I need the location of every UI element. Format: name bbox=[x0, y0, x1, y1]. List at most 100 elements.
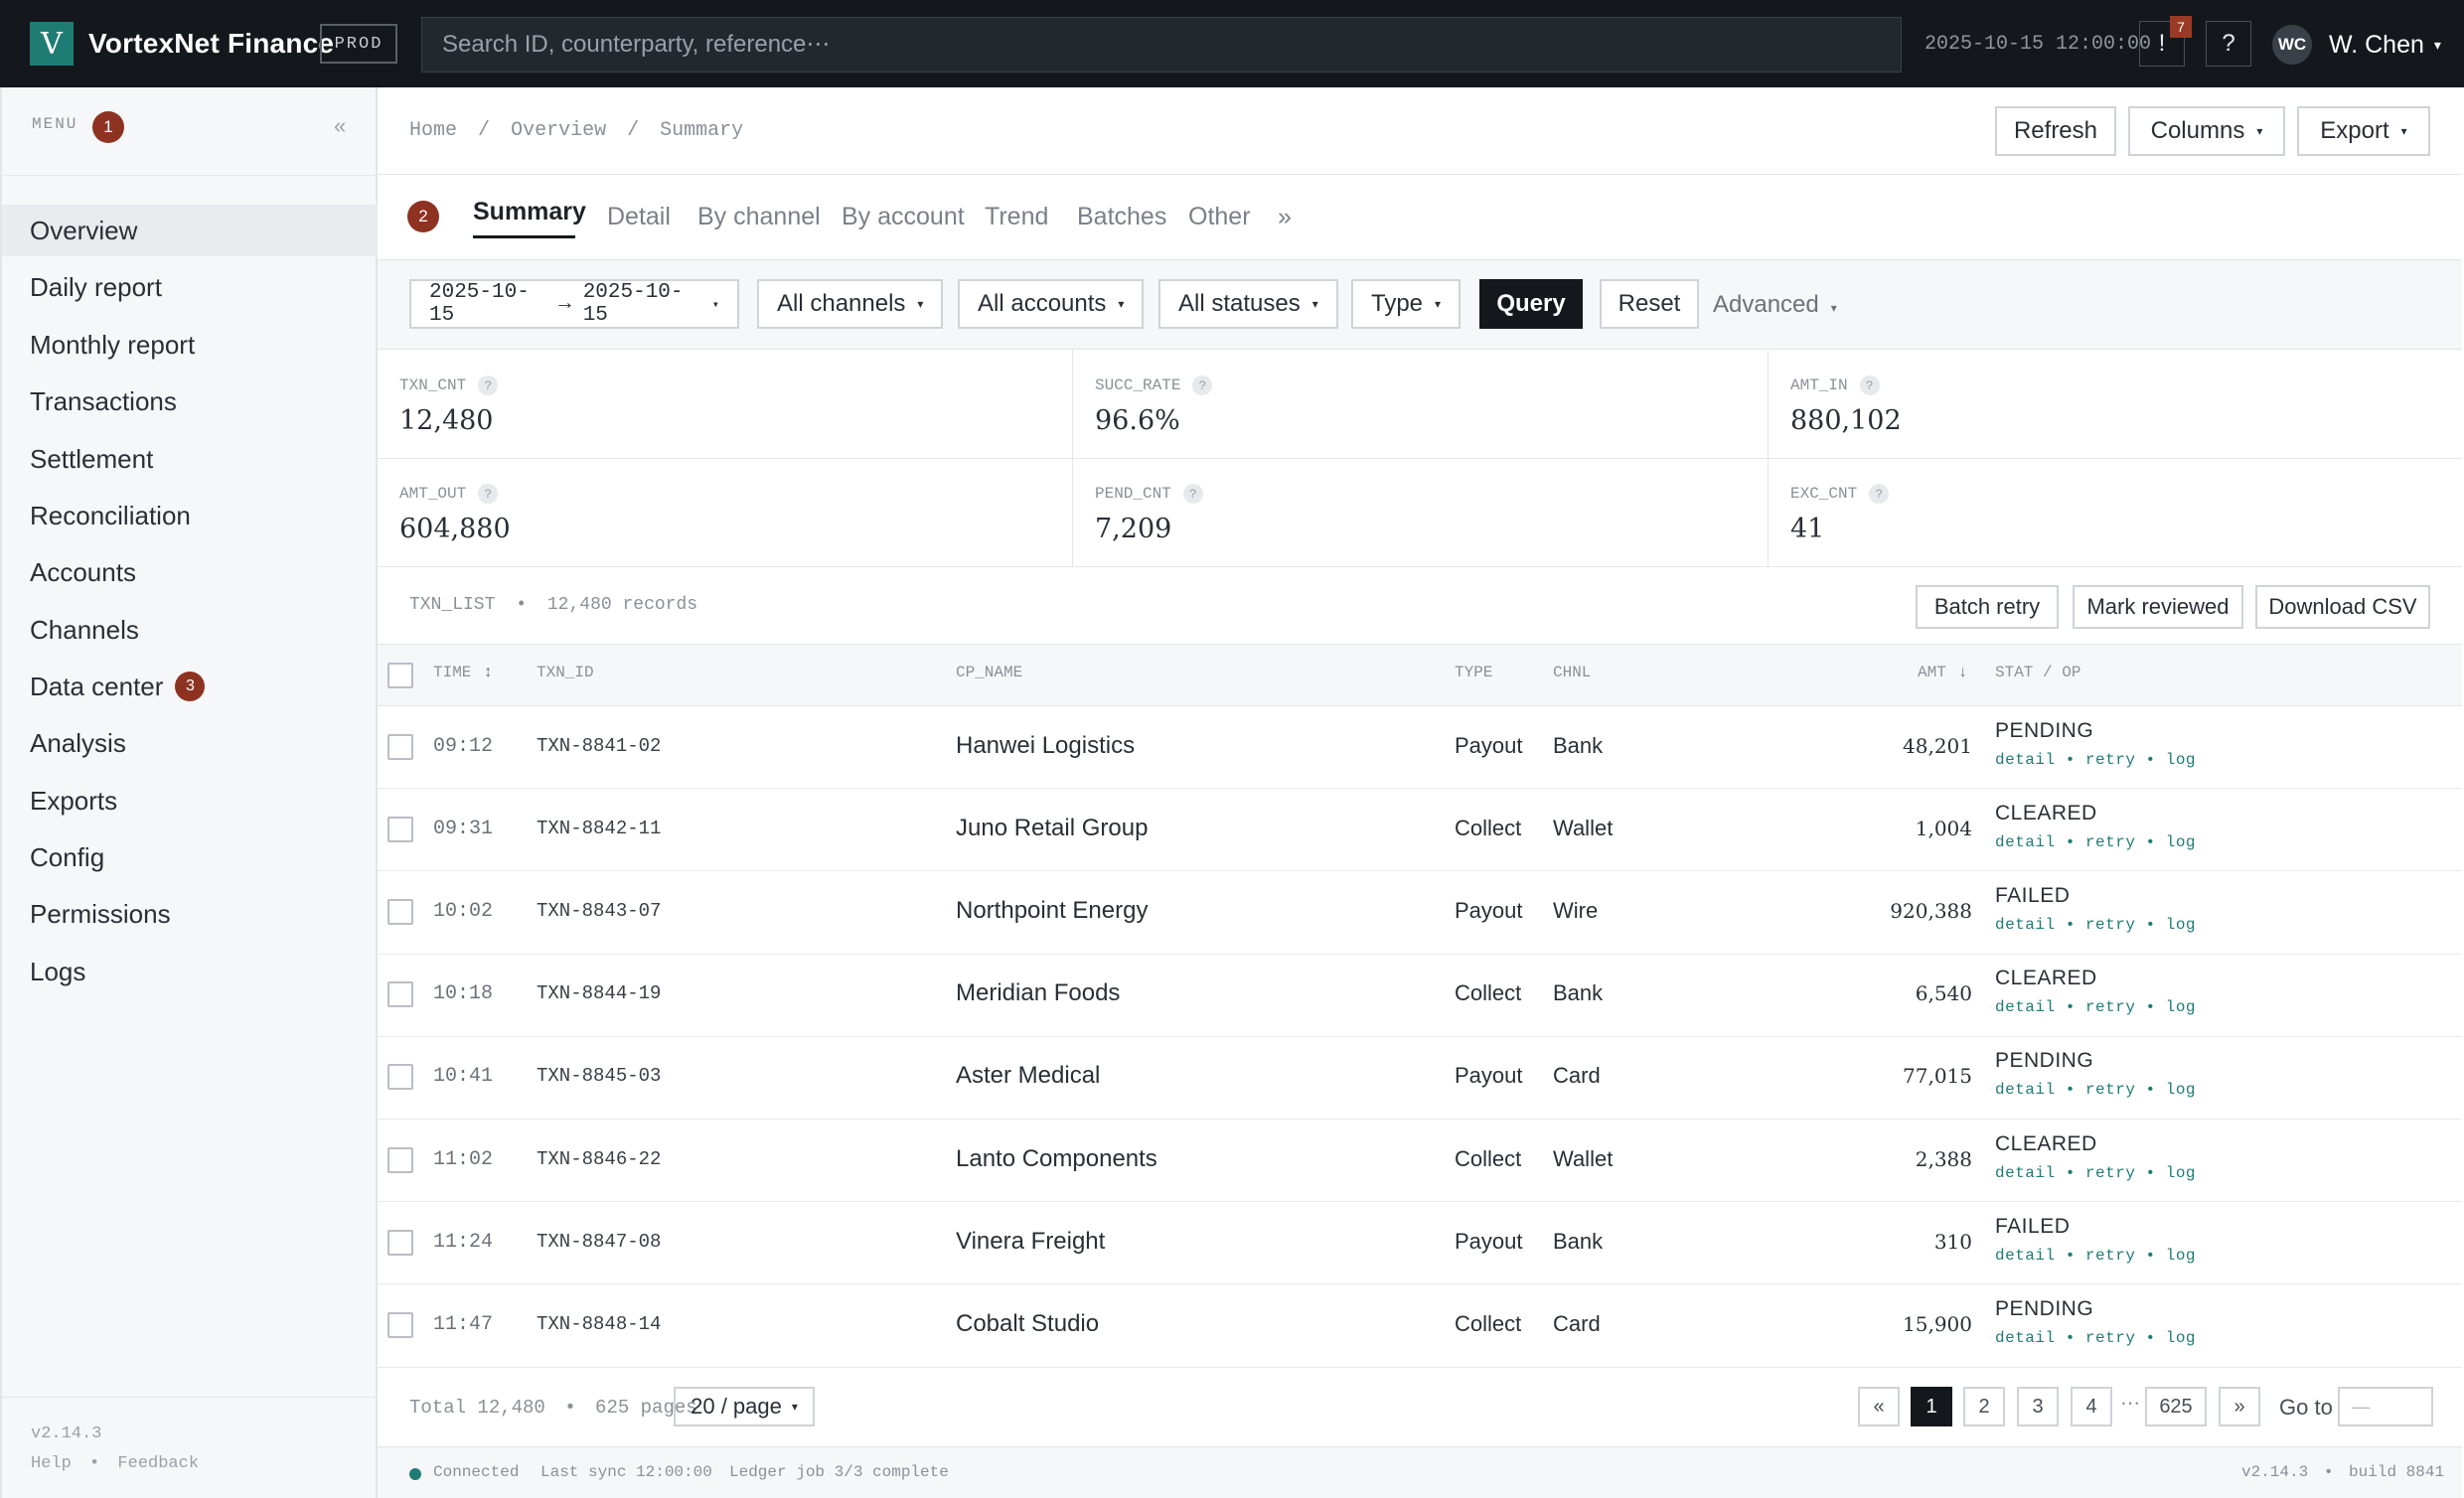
row-checkbox[interactable] bbox=[387, 1064, 413, 1091]
row-amount: 48,201 bbox=[1903, 733, 1972, 758]
last-page-button[interactable]: 625 bbox=[2145, 1387, 2207, 1426]
help-icon[interactable]: ? bbox=[1182, 484, 1203, 504]
goto-page-input[interactable]: — bbox=[2338, 1387, 2433, 1426]
tabs-more-icon[interactable]: » bbox=[1278, 203, 1292, 231]
mark-reviewed-button[interactable]: Mark reviewed bbox=[2073, 585, 2243, 629]
channels-select[interactable]: All channels ▾ bbox=[757, 279, 944, 329]
row-txn-id[interactable]: TXN-8846-22 bbox=[537, 1148, 661, 1170]
tab-trend[interactable]: Trend bbox=[985, 203, 1048, 231]
sidebar-item-overview[interactable]: Overview bbox=[2, 205, 378, 256]
select-all-checkbox[interactable] bbox=[387, 663, 413, 688]
prev-page-button[interactable]: « bbox=[1858, 1387, 1900, 1426]
help-icon[interactable]: ? bbox=[1859, 375, 1880, 395]
row-txn-id[interactable]: TXN-8844-19 bbox=[537, 982, 661, 1004]
row-actions[interactable]: detail • retry • log bbox=[1995, 1081, 2196, 1099]
sidebar-item-permissions[interactable]: Permissions bbox=[2, 888, 378, 940]
col-amt[interactable]: AMT ↓ bbox=[1918, 664, 1967, 681]
sidebar-item-monthly-report[interactable]: Monthly report bbox=[2, 319, 378, 371]
type-value: Type bbox=[1371, 290, 1424, 317]
row-checkbox[interactable] bbox=[387, 816, 413, 842]
tab-batches[interactable]: Batches bbox=[1077, 203, 1166, 231]
row-amount: 15,900 bbox=[1903, 1312, 1972, 1336]
stat-value: 12,480 bbox=[399, 405, 494, 436]
tab-other[interactable]: Other bbox=[1188, 203, 1251, 231]
next-page-button[interactable]: » bbox=[2219, 1387, 2260, 1426]
statuses-select[interactable]: All statuses ▾ bbox=[1158, 279, 1338, 329]
sidebar-item-config[interactable]: Config bbox=[2, 831, 378, 883]
search-input[interactable] bbox=[442, 31, 1901, 59]
row-checkbox[interactable] bbox=[387, 1312, 413, 1338]
collapse-sidebar-icon[interactable]: « bbox=[334, 113, 346, 139]
advanced-filters-toggle[interactable]: Advanced ▾ bbox=[1713, 291, 1837, 319]
sidebar-item-analysis[interactable]: Analysis bbox=[2, 717, 378, 769]
tab-summary[interactable]: Summary bbox=[473, 198, 586, 226]
download-csv-button[interactable]: Download CSV bbox=[2255, 585, 2430, 629]
row-txn-id[interactable]: TXN-8845-03 bbox=[537, 1065, 661, 1087]
page-3-button[interactable]: 3 bbox=[2017, 1387, 2059, 1426]
page-1-button[interactable]: 1 bbox=[1911, 1387, 1952, 1426]
page-4-button[interactable]: 4 bbox=[2071, 1387, 2112, 1426]
row-txn-id[interactable]: TXN-8842-11 bbox=[537, 818, 661, 839]
avatar[interactable]: WC bbox=[2272, 25, 2312, 65]
row-type: Payout bbox=[1455, 898, 1523, 923]
user-menu[interactable]: W. Chen ▾ bbox=[2329, 31, 2441, 60]
row-txn-id[interactable]: TXN-8843-07 bbox=[537, 900, 661, 922]
batch-retry-button[interactable]: Batch retry bbox=[1916, 585, 2059, 629]
export-button[interactable]: Export ▾ bbox=[2297, 106, 2430, 156]
row-checkbox[interactable] bbox=[387, 733, 413, 760]
sidebar-item-accounts[interactable]: Accounts bbox=[2, 546, 378, 598]
row-actions[interactable]: detail • retry • log bbox=[1995, 1247, 2196, 1265]
status-bar: Connected Last sync 12:00:00 Ledger job … bbox=[378, 1446, 2462, 1498]
alert-count-badge: 7 bbox=[2170, 16, 2192, 38]
row-actions[interactable]: detail • retry • log bbox=[1995, 916, 2196, 934]
row-checkbox[interactable] bbox=[387, 981, 413, 1008]
row-checkbox[interactable] bbox=[387, 899, 413, 925]
tab-detail[interactable]: Detail bbox=[607, 203, 671, 231]
help-icon[interactable]: ? bbox=[478, 375, 499, 395]
tab-by-channel[interactable]: By channel bbox=[697, 203, 821, 231]
breadcrumb-overview[interactable]: Overview bbox=[511, 119, 606, 142]
row-actions[interactable]: detail • retry • log bbox=[1995, 998, 2196, 1016]
sidebar-item-transactions[interactable]: Transactions bbox=[2, 375, 378, 427]
sidebar-item-settlement[interactable]: Settlement bbox=[2, 433, 378, 485]
help-icon[interactable]: ? bbox=[1192, 375, 1213, 395]
row-checkbox[interactable] bbox=[387, 1146, 413, 1173]
page-size-select[interactable]: 20 / page ▾ bbox=[674, 1387, 815, 1426]
accounts-select[interactable]: All accounts ▾ bbox=[958, 279, 1145, 329]
row-txn-id[interactable]: TXN-8848-14 bbox=[537, 1313, 661, 1335]
sidebar-item-daily-report[interactable]: Daily report bbox=[2, 261, 378, 313]
sidebar-item-reconciliation[interactable]: Reconciliation bbox=[2, 490, 378, 541]
sidebar-item-data-center[interactable]: Data center 3 bbox=[2, 661, 378, 712]
row-actions[interactable]: detail • retry • log bbox=[1995, 1164, 2196, 1182]
query-button[interactable]: Query bbox=[1479, 279, 1583, 329]
global-search[interactable] bbox=[421, 17, 1902, 73]
help-icon[interactable]: ? bbox=[478, 484, 499, 504]
row-txn-id[interactable]: TXN-8847-08 bbox=[537, 1231, 661, 1253]
page-2-button[interactable]: 2 bbox=[1963, 1387, 2005, 1426]
sidebar-item-logs[interactable]: Logs bbox=[2, 946, 378, 997]
chevron-down-icon: ▾ bbox=[791, 1400, 798, 1414]
breadcrumb-home[interactable]: Home bbox=[409, 119, 457, 142]
stat-label-text: EXC_CNT bbox=[1790, 485, 1858, 503]
reset-button[interactable]: Reset bbox=[1600, 279, 1699, 329]
help-button[interactable]: ? bbox=[2206, 21, 2251, 67]
col-time[interactable]: TIME ↕ bbox=[433, 664, 493, 681]
help-link[interactable]: Help bbox=[31, 1454, 72, 1473]
sidebar-item-channels[interactable]: Channels bbox=[2, 604, 378, 656]
row-checkbox[interactable] bbox=[387, 1229, 413, 1256]
type-select[interactable]: Type ▾ bbox=[1351, 279, 1462, 329]
feedback-link[interactable]: Feedback bbox=[117, 1454, 199, 1473]
sidebar-item-exports[interactable]: Exports bbox=[2, 775, 378, 826]
row-txn-id[interactable]: TXN-8841-02 bbox=[537, 735, 661, 757]
refresh-button[interactable]: Refresh bbox=[1995, 106, 2116, 156]
row-counterparty: Hanwei Logistics bbox=[956, 731, 1136, 759]
help-icon[interactable]: ? bbox=[1869, 484, 1890, 504]
tab-by-account[interactable]: By account bbox=[842, 203, 965, 231]
columns-button[interactable]: Columns ▾ bbox=[2128, 106, 2285, 156]
row-actions[interactable]: detail • retry • log bbox=[1995, 833, 2196, 851]
row-actions[interactable]: detail • retry • log bbox=[1995, 751, 2196, 769]
row-actions[interactable]: detail • retry • log bbox=[1995, 1329, 2196, 1347]
row-counterparty: Northpoint Energy bbox=[956, 897, 1149, 924]
stat-label: AMT_IN? bbox=[1790, 375, 1880, 395]
date-range-picker[interactable]: 2025-10-15 → 2025-10-15 ▾ bbox=[409, 279, 739, 329]
